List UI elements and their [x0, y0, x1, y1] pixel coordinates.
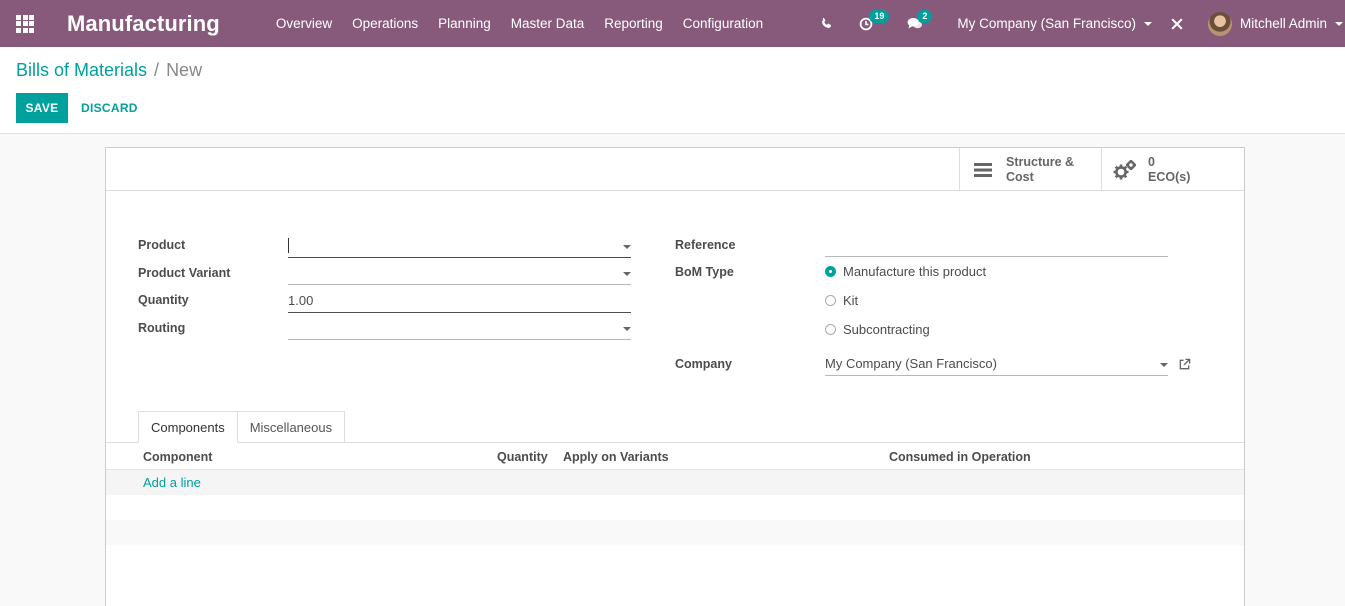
chevron-down-icon — [1335, 21, 1343, 26]
product-label: Product — [138, 238, 186, 252]
text-cursor — [288, 238, 289, 253]
notebook-tabs: Components Miscellaneous — [138, 411, 346, 443]
control-panel: Bills of Materials / New SAVE DISCARD — [0, 47, 1345, 134]
col-quantity[interactable]: Quantity — [497, 450, 548, 464]
bom-type-option-label: Kit — [843, 293, 859, 308]
structure-cost-label-1: Structure & — [1006, 154, 1075, 169]
add-line-link[interactable]: Add a line — [143, 475, 201, 490]
menu-reporting[interactable]: Reporting — [594, 16, 673, 31]
activity-count-badge: 19 — [869, 9, 890, 23]
table-header: Component Quantity Apply on Variants Con… — [106, 444, 1244, 470]
routing-field[interactable] — [288, 318, 631, 340]
breadcrumb-current: New — [166, 60, 203, 80]
gears-icon — [1102, 159, 1148, 181]
radio-unchecked-icon[interactable] — [825, 324, 836, 335]
eco-button[interactable]: 0 ECO(s) — [1101, 148, 1244, 191]
table-row — [106, 520, 1244, 545]
external-link-icon[interactable] — [1178, 358, 1191, 374]
bom-type-option-label: Manufacture this product — [843, 264, 987, 279]
company-switcher[interactable]: My Company (San Francisco) — [957, 16, 1152, 31]
menu-configuration[interactable]: Configuration — [673, 16, 773, 31]
eco-label: ECO(s) — [1148, 169, 1191, 184]
caret-down-icon[interactable] — [623, 272, 631, 276]
menu-master-data[interactable]: Master Data — [501, 16, 595, 31]
reference-label: Reference — [675, 238, 736, 252]
quantity-field[interactable]: 1.00 — [288, 291, 631, 313]
eco-count: 0 — [1148, 154, 1155, 169]
tab-miscellaneous[interactable]: Miscellaneous — [237, 411, 346, 443]
messages-count-badge: 2 — [917, 9, 933, 23]
quantity-label: Quantity — [138, 293, 189, 307]
menu-planning[interactable]: Planning — [428, 16, 501, 31]
col-apply-on-variants[interactable]: Apply on Variants — [563, 450, 669, 464]
reference-field[interactable] — [825, 235, 1168, 257]
quantity-value: 1.00 — [288, 293, 314, 308]
app-title[interactable]: Manufacturing — [67, 11, 220, 37]
apps-menu-icon[interactable] — [0, 0, 50, 47]
discard-button[interactable]: DISCARD — [81, 93, 138, 123]
routing-label: Routing — [138, 321, 186, 335]
product-variant-label: Product Variant — [138, 266, 231, 280]
bars-icon — [960, 161, 1006, 179]
breadcrumb-separator: / — [154, 60, 160, 80]
messages-chat-icon[interactable]: 2 — [907, 9, 933, 31]
product-field[interactable] — [288, 236, 631, 258]
menu-operations[interactable]: Operations — [342, 16, 428, 31]
activity-clock-icon[interactable]: 19 — [859, 9, 890, 31]
table-row — [106, 495, 1244, 520]
breadcrumb-bills-of-materials[interactable]: Bills of Materials — [16, 60, 147, 81]
product-variant-field[interactable] — [288, 263, 631, 285]
user-menu[interactable]: Mitchell Admin — [1207, 11, 1345, 36]
bom-type-option-label: Subcontracting — [843, 322, 930, 337]
avatar — [1207, 11, 1232, 36]
save-button[interactable]: SAVE — [16, 93, 68, 123]
navbar-systray: 19 2 My Company (San Francisco) Mitchell… — [820, 0, 1345, 47]
chevron-down-icon — [1143, 21, 1152, 26]
col-component[interactable]: Component — [143, 450, 212, 464]
structure-cost-button[interactable]: Structure & Cost — [959, 148, 1101, 191]
debug-tools-icon[interactable] — [1170, 17, 1184, 31]
top-navbar: Manufacturing Overview Operations Planni… — [0, 0, 1345, 47]
tab-components[interactable]: Components — [138, 411, 238, 443]
main-menu: Overview Operations Planning Master Data… — [266, 16, 773, 31]
radio-checked-icon[interactable] — [825, 266, 836, 277]
caret-down-icon[interactable] — [623, 245, 631, 249]
caret-down-icon[interactable] — [1160, 363, 1168, 367]
col-consumed-in-operation[interactable]: Consumed in Operation — [889, 450, 1031, 464]
bom-type-subcontracting-radio[interactable]: Subcontracting — [825, 322, 930, 337]
company-field[interactable]: My Company (San Francisco) — [825, 354, 1168, 376]
company-switcher-label: My Company (San Francisco) — [957, 16, 1136, 31]
form-sheet: Structure & Cost 0 ECO(s) Product Produc… — [105, 147, 1245, 606]
structure-cost-label-2: Cost — [1006, 169, 1034, 184]
radio-unchecked-icon[interactable] — [825, 295, 836, 306]
company-value: My Company (San Francisco) — [825, 356, 997, 371]
breadcrumb: Bills of Materials / New — [16, 60, 202, 81]
table-row: Add a line — [106, 470, 1244, 495]
user-name: Mitchell Admin — [1239, 16, 1327, 31]
bom-type-label: BoM Type — [675, 265, 734, 279]
button-box: Structure & Cost 0 ECO(s) — [106, 148, 1244, 191]
bom-type-manufacture-radio[interactable]: Manufacture this product — [825, 264, 986, 279]
menu-overview[interactable]: Overview — [266, 16, 342, 31]
bom-type-kit-radio[interactable]: Kit — [825, 293, 858, 308]
phone-icon[interactable] — [820, 17, 833, 30]
company-label: Company — [675, 357, 732, 371]
caret-down-icon[interactable] — [623, 327, 631, 331]
